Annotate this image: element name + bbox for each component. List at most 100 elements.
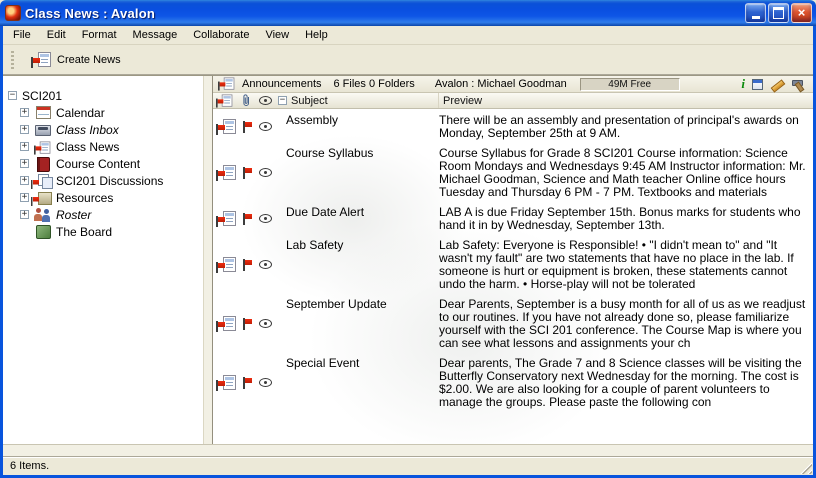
resize-grip-icon[interactable] <box>799 461 812 474</box>
news-item-icon <box>216 165 236 181</box>
minimize-button[interactable] <box>745 3 766 23</box>
tree-item-class-inbox[interactable]: + Class Inbox <box>3 121 203 138</box>
item-icon-column-header[interactable] <box>213 93 239 108</box>
expand-box-icon[interactable]: + <box>20 125 29 134</box>
tree-item-label: The Board <box>56 225 112 239</box>
eye-icon <box>259 96 272 105</box>
news-item-icon <box>216 316 236 332</box>
tree-item-sci201-discussions[interactable]: + SCI201 Discussions <box>3 172 203 189</box>
create-news-button[interactable]: Create News <box>23 49 129 71</box>
toolbar-grip[interactable] <box>11 51 14 69</box>
file-folder-count: 6 Files 0 Folders <box>334 78 415 90</box>
tree-item-roster[interactable]: + Roster <box>3 206 203 223</box>
edit-pencil-icon[interactable] <box>770 78 784 91</box>
flag-icon <box>242 121 252 133</box>
tree-item-label: Course Content <box>56 157 140 171</box>
menu-help[interactable]: Help <box>297 26 336 44</box>
tree-item-label: Class News <box>56 140 119 154</box>
maximize-button[interactable] <box>768 3 789 23</box>
tree-item-the-board[interactable]: The Board <box>3 223 203 240</box>
unread-eye-icon <box>259 122 272 131</box>
message-row-lab-safety[interactable]: Lab Safety Lab Safety: Everyone is Respo… <box>213 237 813 296</box>
message-row-special-event[interactable]: Special Event Dear parents, The Grade 7 … <box>213 355 813 414</box>
tree-item-sci201[interactable]: − SCI201 <box>3 87 203 104</box>
expand-box-icon[interactable]: + <box>20 108 29 117</box>
tree-item-class-news[interactable]: + Class News <box>3 138 203 155</box>
menu-view[interactable]: View <box>257 26 297 44</box>
message-row-september-update[interactable]: September Update Dear Parents, September… <box>213 296 813 355</box>
flag-icon <box>242 377 252 389</box>
message-row-due-date-alert[interactable]: Due Date Alert LAB A is due Friday Septe… <box>213 204 813 237</box>
tree-item-course-content[interactable]: + Course Content <box>3 155 203 172</box>
form-icon[interactable] <box>752 79 763 90</box>
message-row-course-syllabus[interactable]: Course Syllabus Course Syllabus for Grad… <box>213 145 813 204</box>
attachment-column-header[interactable] <box>239 93 254 108</box>
news-item-icon <box>216 375 236 391</box>
flag-icon <box>31 197 39 206</box>
news-item-icon <box>216 257 236 273</box>
expand-box-icon[interactable]: + <box>20 176 29 185</box>
info-icon[interactable]: i <box>741 78 745 90</box>
book-icon <box>34 157 52 171</box>
tree-scrollbar[interactable] <box>203 76 212 444</box>
preview-column-header[interactable]: Preview <box>439 93 813 108</box>
board-icon <box>34 225 52 239</box>
menu-message[interactable]: Message <box>125 26 186 44</box>
tools-icon[interactable] <box>791 78 805 91</box>
calendar-icon <box>34 106 52 120</box>
window-body: File Edit Format Message Collaborate Vie… <box>0 26 816 478</box>
flag-icon <box>242 259 252 271</box>
collapse-box-icon[interactable]: − <box>8 91 17 100</box>
create-news-label: Create News <box>57 54 121 66</box>
tree-item-resources[interactable]: + Resources <box>3 189 203 206</box>
expand-box-icon[interactable]: + <box>20 193 29 202</box>
unread-eye-icon <box>259 214 272 223</box>
create-news-icon <box>31 52 51 68</box>
unread-column-header[interactable] <box>254 93 276 108</box>
toolbar: Create News <box>3 45 813 75</box>
tree-item-calendar[interactable]: + Calendar <box>3 104 203 121</box>
tree-item-label: Resources <box>56 191 113 205</box>
message-preview: Course Syllabus for Grade 8 SCI201 Cours… <box>439 146 813 199</box>
message-subject: Due Date Alert <box>276 205 439 232</box>
message-preview: Dear Parents, September is a busy month … <box>439 297 813 350</box>
discussion-icon <box>34 174 52 188</box>
message-preview: LAB A is due Friday September 15th. Bonu… <box>439 205 813 232</box>
menu-collaborate[interactable]: Collaborate <box>185 26 257 44</box>
expand-box-icon[interactable]: + <box>20 210 29 219</box>
unread-eye-icon <box>259 319 272 328</box>
message-list: Assembly There will be an assembly and p… <box>213 109 813 444</box>
roster-icon <box>34 208 52 222</box>
unread-eye-icon <box>259 378 272 387</box>
message-subject: Special Event <box>276 356 439 409</box>
horizontal-scrollbar[interactable] <box>3 444 813 456</box>
message-subject: Assembly <box>276 113 439 140</box>
news-item-icon <box>216 119 236 135</box>
free-space-indicator: 49M Free <box>580 78 680 91</box>
close-button[interactable]: × <box>791 3 812 23</box>
tree-item-label: SCI201 <box>22 89 62 103</box>
expand-box-icon[interactable]: + <box>20 159 29 168</box>
title-bar[interactable]: Class News : Avalon × <box>0 0 816 26</box>
subject-column-label: Subject <box>291 95 328 107</box>
subject-column-header[interactable]: − Subject <box>276 93 439 108</box>
message-preview: Dear parents, The Grade 7 and 8 Science … <box>439 356 813 409</box>
expand-box-icon[interactable]: + <box>20 142 29 151</box>
message-subject: Course Syllabus <box>276 146 439 199</box>
collapse-subject-icon[interactable]: − <box>278 96 287 105</box>
menu-edit[interactable]: Edit <box>39 26 74 44</box>
status-bar: 6 Items. <box>3 456 813 475</box>
folder-tree: − SCI201 + Calendar + Class Inbox <box>3 76 203 444</box>
message-subject: Lab Safety <box>276 238 439 291</box>
list-column-header: − Subject Preview <box>213 93 813 109</box>
folder-tree-pane: − SCI201 + Calendar + Class Inbox <box>3 76 213 444</box>
menu-format[interactable]: Format <box>74 26 125 44</box>
message-row-assembly[interactable]: Assembly There will be an assembly and p… <box>213 112 813 145</box>
flag-icon <box>242 167 252 179</box>
panel-header: Announcements 6 Files 0 Folders Avalon :… <box>213 76 813 93</box>
news-item-icon <box>216 211 236 227</box>
app-icon <box>5 5 21 21</box>
status-text: 6 Items. <box>10 460 49 472</box>
tree-item-label: Calendar <box>56 106 105 120</box>
menu-file[interactable]: File <box>5 26 39 44</box>
